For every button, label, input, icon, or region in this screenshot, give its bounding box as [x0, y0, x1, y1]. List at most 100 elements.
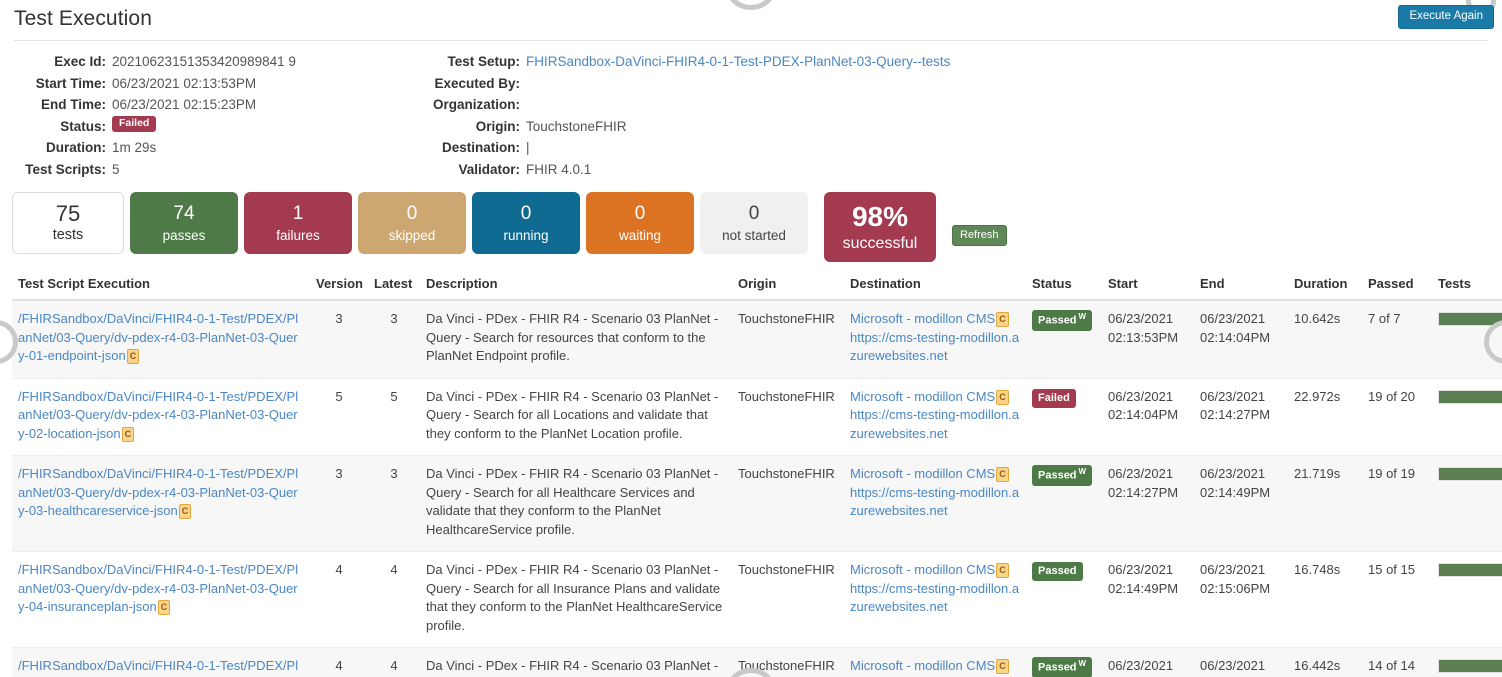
conformance-badge-icon[interactable]: C: [158, 600, 171, 615]
table-row: /FHIRSandbox/DaVinci/FHIR4-0-1-Test/PDEX…: [12, 300, 1502, 378]
cell-status: PassedW: [1026, 300, 1102, 378]
date: 06/23/2021: [1200, 388, 1282, 407]
cell-start: 06/23/202102:14:04PM: [1102, 378, 1194, 456]
date: 06/23/2021: [1108, 657, 1188, 676]
cell-description: Da Vinci - PDex - FHIR R4 - Scenario 03 …: [420, 552, 732, 648]
status-badge[interactable]: Passed: [1032, 562, 1083, 581]
progress-passed-segment: [1439, 468, 1502, 480]
conformance-badge-icon[interactable]: C: [996, 467, 1009, 482]
status-badge-label: Passed: [1038, 662, 1077, 674]
summary-label: Organization:: [414, 94, 526, 116]
time: 02:14:04PM: [1108, 406, 1188, 425]
conformance-badge-icon[interactable]: C: [127, 349, 140, 364]
refresh-button[interactable]: Refresh: [952, 225, 1007, 246]
cell-passed: 15 of 15: [1362, 552, 1432, 648]
status-badge[interactable]: PassedW: [1032, 310, 1092, 331]
conformance-badge-icon[interactable]: C: [179, 504, 192, 519]
conformance-badge-icon[interactable]: C: [996, 563, 1009, 578]
stat-box-successful-percent: 98%successful: [824, 192, 936, 262]
tests-progress-bar: [1438, 659, 1502, 673]
column-header-test-script-execution[interactable]: Test Script Execution: [12, 272, 310, 300]
summary-row: Duration:1m 29s: [14, 137, 414, 159]
cell-description: Da Vinci - PDex - FHIR R4 - Scenario 03 …: [420, 648, 732, 677]
column-header-passed[interactable]: Passed: [1362, 272, 1432, 300]
cell-end: 06/23/202102:15:06PM: [1194, 552, 1288, 648]
test-script-link[interactable]: /FHIRSandbox/DaVinci/FHIR4-0-1-Test/PDEX…: [18, 389, 298, 441]
stat-box-not-started[interactable]: 0not started: [700, 192, 808, 254]
column-header-origin[interactable]: Origin: [732, 272, 844, 300]
date: 06/23/2021: [1200, 465, 1282, 484]
summary-label: Exec Id:: [14, 51, 112, 73]
cell-destination: Microsoft - modillon CMSChttps://cms-tes…: [844, 552, 1026, 648]
stat-box-running[interactable]: 0running: [472, 192, 580, 254]
cell-latest: 3: [368, 300, 420, 378]
column-header-version[interactable]: Version: [310, 272, 368, 300]
date: 06/23/2021: [1108, 561, 1188, 580]
progress-passed-segment: [1439, 660, 1502, 672]
executions-table: Test Script ExecutionVersionLatestDescri…: [12, 272, 1502, 677]
summary-value: |: [526, 137, 530, 159]
conformance-badge-icon[interactable]: C: [996, 659, 1009, 674]
conformance-badge-icon[interactable]: C: [122, 427, 135, 442]
table-row: /FHIRSandbox/DaVinci/FHIR4-0-1-Test/PDEX…: [12, 378, 1502, 456]
time: 02:14:27PM: [1200, 406, 1282, 425]
destination-link[interactable]: Microsoft - modillon CMS: [850, 389, 995, 404]
summary-row: Test Scripts:5: [14, 159, 414, 181]
column-header-start[interactable]: Start: [1102, 272, 1194, 300]
stat-box-skipped[interactable]: 0skipped: [358, 192, 466, 254]
tests-progress-bar: [1438, 467, 1502, 481]
test-script-link[interactable]: /FHIRSandbox/DaVinci/FHIR4-0-1-Test/PDEX…: [18, 466, 298, 518]
destination-link[interactable]: Microsoft - modillon CMS: [850, 311, 995, 326]
column-header-tests[interactable]: Tests: [1432, 272, 1502, 300]
test-script-link[interactable]: /FHIRSandbox/DaVinci/FHIR4-0-1-Test/PDEX…: [18, 311, 298, 363]
column-header-status[interactable]: Status: [1026, 272, 1102, 300]
status-badge[interactable]: PassedW: [1032, 465, 1092, 486]
summary-label: Origin:: [414, 116, 526, 138]
stat-box-tests[interactable]: 75tests: [12, 192, 124, 254]
summary-label: Destination:: [414, 137, 526, 159]
cell-version: 5: [310, 378, 368, 456]
cell-end: 06/23/202102:14:27PM: [1194, 378, 1288, 456]
stat-value: 0: [521, 202, 532, 226]
status-badge[interactable]: Failed: [1032, 389, 1076, 408]
time: 02:14:27PM: [1108, 484, 1188, 503]
column-header-destination[interactable]: Destination: [844, 272, 1026, 300]
test-setup-link[interactable]: FHIRSandbox-DaVinci-FHIR4-0-1-Test-PDEX-…: [526, 51, 950, 73]
column-header-latest[interactable]: Latest: [368, 272, 420, 300]
cell-latest: 5: [368, 378, 420, 456]
conformance-badge-icon[interactable]: C: [996, 390, 1009, 405]
execute-again-button[interactable]: Execute Again: [1398, 5, 1494, 29]
column-header-description[interactable]: Description: [420, 272, 732, 300]
summary-value: 06/23/2021 02:13:53PM: [112, 73, 256, 95]
column-header-duration[interactable]: Duration: [1288, 272, 1362, 300]
stat-label: not started: [722, 226, 786, 245]
summary-row: Organization:: [414, 94, 1034, 116]
summary-row: Exec Id:20210623151353420989841 9: [14, 51, 414, 73]
cell-tests: [1432, 456, 1502, 552]
warning-superscript: W: [1079, 467, 1087, 476]
stat-box-failures[interactable]: 1failures: [244, 192, 352, 254]
summary-label: Test Setup:: [414, 51, 526, 73]
destination-url: https://cms-testing-modillon.azurewebsit…: [850, 484, 1020, 521]
cell-origin: TouchstoneFHIR: [732, 648, 844, 677]
stat-box-waiting[interactable]: 0waiting: [586, 192, 694, 254]
test-script-link[interactable]: /FHIRSandbox/DaVinci/FHIR4-0-1-Test/PDEX…: [18, 658, 298, 677]
summary-row: Start Time:06/23/2021 02:13:53PM: [14, 73, 414, 95]
page-title: Test Execution: [14, 4, 1488, 34]
cell-duration: 22.972s: [1288, 378, 1362, 456]
stat-box-passes[interactable]: 74passes: [130, 192, 238, 254]
status-badge[interactable]: PassedW: [1032, 657, 1092, 677]
conformance-badge-icon[interactable]: C: [996, 312, 1009, 327]
table-body: /FHIRSandbox/DaVinci/FHIR4-0-1-Test/PDEX…: [12, 300, 1502, 677]
destination-link[interactable]: Microsoft - modillon CMS: [850, 658, 995, 673]
column-header-end[interactable]: End: [1194, 272, 1288, 300]
destination-link[interactable]: Microsoft - modillon CMS: [850, 562, 995, 577]
destination-url: https://cms-testing-modillon.azurewebsit…: [850, 580, 1020, 617]
cell-status: Failed: [1026, 378, 1102, 456]
cell-origin: TouchstoneFHIR: [732, 552, 844, 648]
cell-description: Da Vinci - PDex - FHIR R4 - Scenario 03 …: [420, 456, 732, 552]
cell-tests: [1432, 552, 1502, 648]
destination-link[interactable]: Microsoft - modillon CMS: [850, 466, 995, 481]
stat-label: skipped: [389, 226, 436, 245]
table-header: Test Script ExecutionVersionLatestDescri…: [12, 272, 1502, 300]
